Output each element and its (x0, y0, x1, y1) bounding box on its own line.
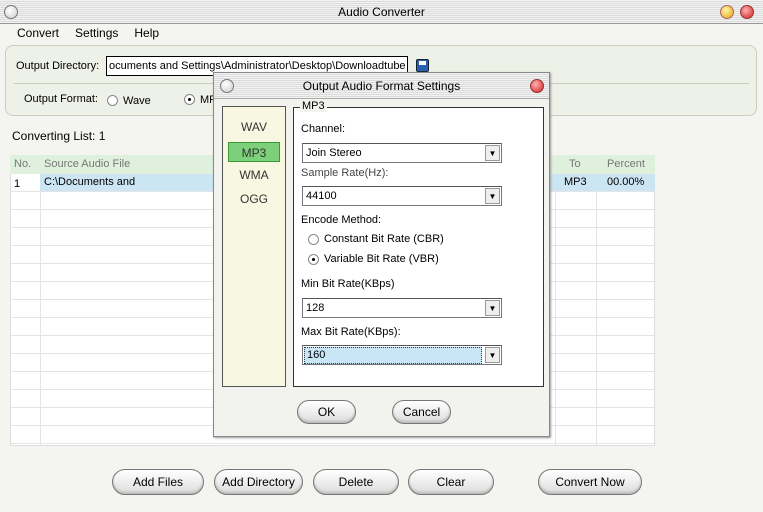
add-files-button[interactable]: Add Files (112, 469, 204, 495)
cell-source: C:\Documents and (44, 176, 136, 188)
format-wma[interactable]: WMA (228, 165, 280, 185)
menu-help[interactable]: Help (134, 24, 159, 42)
format-ogg[interactable]: OGG (228, 189, 280, 209)
radio-mp3[interactable] (184, 94, 195, 105)
sample-rate-label: Sample Rate(Hz): (301, 167, 389, 179)
mp3-settings-group: MP3 Channel: Join Stereo ▼ Sample Rate(Hz… (293, 100, 544, 387)
chevron-down-icon[interactable]: ▼ (485, 347, 500, 363)
max-bitrate-value: 160 (304, 347, 482, 364)
sample-rate-value: 44100 (306, 190, 337, 202)
chevron-down-icon[interactable]: ▼ (485, 145, 500, 161)
col-percent[interactable]: Percent (607, 155, 645, 174)
radio-cbr-label: Constant Bit Rate (CBR) (324, 233, 444, 245)
col-to[interactable]: To (569, 155, 581, 174)
radio-wave-label: Wave (123, 95, 151, 107)
close-button[interactable] (740, 5, 754, 19)
ok-button[interactable]: OK (297, 400, 356, 424)
minimize-button[interactable] (720, 5, 734, 19)
menu-bar: Convert Settings Help (0, 24, 763, 42)
cell-no: 1 (14, 178, 21, 190)
radio-cbr[interactable] (308, 234, 319, 245)
format-settings-dialog: Output Audio Format Settings WAV MP3 WMA… (213, 72, 550, 437)
max-bitrate-select[interactable]: 160 ▼ (302, 345, 502, 365)
convert-now-button[interactable]: Convert Now (538, 469, 642, 495)
output-directory-label: Output Directory: (16, 60, 100, 72)
format-mp3[interactable]: MP3 (228, 142, 280, 162)
min-bitrate-value: 128 (306, 302, 325, 314)
sample-rate-select[interactable]: 44100 ▼ (302, 186, 502, 206)
dialog-close-button[interactable] (530, 79, 544, 93)
col-no[interactable]: No. (14, 155, 31, 174)
max-bitrate-label: Max Bit Rate(KBps): (301, 326, 401, 338)
chevron-down-icon[interactable]: ▼ (485, 300, 500, 316)
encode-method-label: Encode Method: (301, 214, 382, 226)
save-folder-icon[interactable] (416, 59, 429, 72)
clear-button[interactable]: Clear (408, 469, 494, 495)
radio-vbr[interactable] (308, 254, 319, 265)
delete-button[interactable]: Delete (313, 469, 399, 495)
channel-label: Channel: (301, 123, 346, 135)
dialog-title-bar: Output Audio Format Settings (214, 73, 549, 99)
format-wav[interactable]: WAV (228, 117, 280, 137)
system-menu-icon[interactable] (4, 5, 18, 19)
dialog-title: Output Audio Format Settings (302, 79, 461, 93)
cancel-button[interactable]: Cancel (392, 400, 451, 424)
title-bar: Audio Converter (0, 0, 763, 24)
col-source[interactable]: Source Audio File (44, 155, 130, 174)
channel-select[interactable]: Join Stereo ▼ (302, 143, 502, 163)
add-directory-button[interactable]: Add Directory (214, 469, 303, 495)
min-bitrate-select[interactable]: 128 ▼ (302, 298, 502, 318)
output-format-label: Output Format: (24, 93, 98, 105)
chevron-down-icon[interactable]: ▼ (485, 188, 500, 204)
channel-value: Join Stereo (306, 147, 362, 159)
radio-vbr-label: Variable Bit Rate (VBR) (324, 253, 439, 265)
menu-settings[interactable]: Settings (75, 24, 118, 42)
cell-to: MP3 (564, 176, 587, 188)
format-list: WAV MP3 WMA OGG (222, 106, 286, 387)
cell-percent: 00.00% (607, 176, 645, 188)
radio-wave[interactable] (107, 95, 118, 106)
min-bitrate-label: Min Bit Rate(KBps) (301, 278, 395, 290)
menu-convert[interactable]: Convert (17, 24, 59, 42)
window-title: Audio Converter (338, 5, 425, 19)
group-label: MP3 (300, 100, 327, 112)
converting-list-label: Converting List: 1 (12, 129, 106, 143)
dialog-system-icon[interactable] (220, 79, 234, 93)
